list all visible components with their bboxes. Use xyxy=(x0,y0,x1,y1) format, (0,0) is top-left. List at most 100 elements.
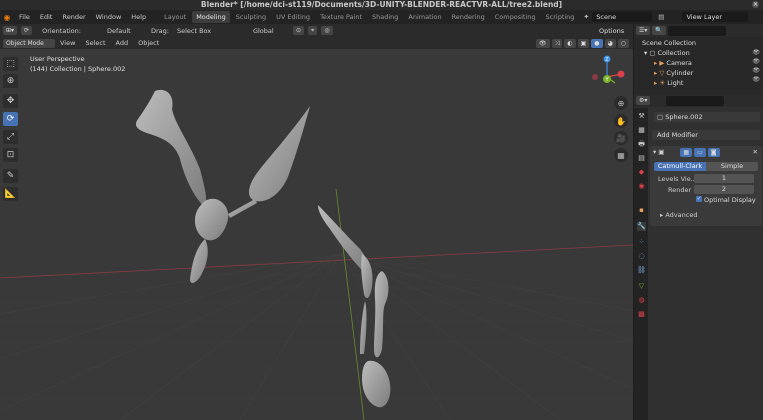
outliner-scene-collection[interactable]: Scene Collection xyxy=(634,38,763,48)
world-tab-icon[interactable]: ◉ xyxy=(637,182,646,191)
add-modifier-button[interactable]: Add Modifier xyxy=(652,130,760,140)
physics-tab-icon[interactable]: ◌ xyxy=(637,252,646,261)
tab-compositing[interactable]: Compositing xyxy=(491,11,540,23)
eye-icon[interactable]: 👁 xyxy=(752,76,760,83)
gizmo-icon[interactable]: ⤨ xyxy=(551,38,563,48)
overlay-icon[interactable]: ◐ xyxy=(564,38,576,48)
orientation-select[interactable]: Default xyxy=(102,25,143,36)
tab-animation[interactable]: Animation xyxy=(404,11,445,23)
outliner-item-camera[interactable]: ▸ ▶ Camera xyxy=(634,58,763,68)
perspective-grid-icon[interactable]: ▦ xyxy=(614,148,628,162)
render-tab-icon[interactable]: ▦ xyxy=(637,126,646,135)
view-layer-tab-icon[interactable]: ▤ xyxy=(637,154,646,163)
view-layer-selector[interactable]: View Layer xyxy=(682,12,749,22)
texture-tab-icon[interactable]: ▩ xyxy=(637,310,646,319)
xray-icon[interactable]: ▣ xyxy=(577,38,590,48)
zoom-icon[interactable]: ⊕ xyxy=(614,96,628,110)
tool-icon[interactable]: ⟳ xyxy=(21,26,33,35)
visibility-icon[interactable]: 👁 xyxy=(535,38,550,48)
navigation-gizmo[interactable]: Z Y xyxy=(584,53,630,89)
render-toggle-icon[interactable]: ◙ xyxy=(707,147,720,157)
camera-view-icon[interactable]: 🎥 xyxy=(614,131,628,145)
material-tab-icon[interactable]: ◍ xyxy=(637,296,646,305)
drag-select[interactable]: Select Box xyxy=(172,25,221,36)
close-icon[interactable]: × xyxy=(752,1,759,8)
scene-tab-icon[interactable]: ◆ xyxy=(637,168,646,177)
outliner-type-icon[interactable]: ☰▾ xyxy=(636,26,651,35)
mode-select[interactable]: Object Mode xyxy=(3,38,55,48)
data-tab-icon[interactable]: ▽ xyxy=(637,282,646,291)
orientation-label: Orientation: xyxy=(42,26,81,35)
catmull-clark-button[interactable]: Catmull-Clark xyxy=(654,162,706,171)
rotate-tool-icon[interactable]: ⟳ xyxy=(3,112,18,126)
solid-shading-icon[interactable]: ● xyxy=(591,38,603,48)
scene-selector[interactable]: Scene xyxy=(592,12,653,22)
render-levels-field[interactable]: 2 xyxy=(694,185,754,194)
tab-texture-paint[interactable]: Texture Paint xyxy=(316,11,366,23)
blender-logo-icon[interactable]: ◉ xyxy=(0,13,14,22)
object-name-field[interactable]: ▢ Sphere.002 xyxy=(654,112,760,122)
rendered-shading-icon[interactable]: ○ xyxy=(617,38,629,48)
outliner-item-cylinder[interactable]: ▸ ▽ Cylinder xyxy=(634,68,763,78)
simple-button[interactable]: Simple xyxy=(706,162,758,171)
menu-help[interactable]: Help xyxy=(126,10,151,24)
measure-tool-icon[interactable]: 📐 xyxy=(3,187,18,201)
output-tab-icon[interactable]: 🖶 xyxy=(637,140,646,149)
pan-hand-icon[interactable]: ✋ xyxy=(614,114,628,128)
editor-type-icon[interactable]: ⊞▾ xyxy=(3,26,18,35)
tool-tab-icon[interactable]: ⚒ xyxy=(637,112,646,121)
advanced-expander[interactable]: ▸ Advanced xyxy=(660,211,697,219)
tab-layout[interactable]: Layout xyxy=(160,11,190,23)
menu-select[interactable]: Select xyxy=(80,36,110,50)
constraints-tab-icon[interactable]: ⛓ xyxy=(637,266,646,275)
outliner-search-input[interactable] xyxy=(667,25,726,36)
outliner-item-light[interactable]: ▸ ☀ Light xyxy=(634,78,763,88)
material-shading-icon[interactable]: ◕ xyxy=(604,38,616,48)
object-tab-icon[interactable]: ▪ xyxy=(637,206,646,215)
eye-icon[interactable]: 👁 xyxy=(752,58,760,65)
tab-shading[interactable]: Shading xyxy=(368,11,402,23)
tab-sculpting[interactable]: Sculpting xyxy=(232,11,270,23)
collapse-icon[interactable]: ▾ xyxy=(653,148,656,156)
menu-edit[interactable]: Edit xyxy=(35,10,58,24)
transform-orientation-select[interactable]: Global xyxy=(248,25,289,36)
3d-viewport[interactable]: User Perspective (144) Collection | Sphe… xyxy=(0,49,633,420)
annotate-tool-icon[interactable]: ✎ xyxy=(3,169,18,183)
tab-modeling[interactable]: Modeling xyxy=(192,11,230,23)
options-dropdown[interactable]: Options xyxy=(595,25,629,36)
eye-icon[interactable]: 👁 xyxy=(752,49,760,56)
particles-tab-icon[interactable]: ⁘ xyxy=(637,238,646,247)
properties-search-input[interactable] xyxy=(666,95,725,106)
select-tool-icon[interactable]: ⬚ xyxy=(3,57,18,71)
pivot-icon[interactable]: ⊙ xyxy=(292,26,304,35)
subsurf-modifier-panel: ▾ ▣ ▦ ▭ ◙ ✕ Catmull-Clark Simple Levels … xyxy=(650,146,762,226)
tab-rendering[interactable]: Rendering xyxy=(448,11,489,23)
menu-render[interactable]: Render xyxy=(57,10,90,24)
menu-add[interactable]: Add xyxy=(111,36,134,50)
properties-type-icon[interactable]: ⚙▾ xyxy=(636,96,651,105)
menu-window[interactable]: Window xyxy=(91,10,127,24)
tab-scripting[interactable]: Scripting xyxy=(542,11,579,23)
transform-tool-icon[interactable]: ⊡ xyxy=(3,148,18,162)
levels-viewport-field[interactable]: 1 xyxy=(694,174,754,183)
move-tool-icon[interactable]: ✥ xyxy=(3,94,18,108)
eye-icon[interactable]: 👁 xyxy=(752,67,760,74)
y-axis-line xyxy=(335,188,365,420)
tab-uv-editing[interactable]: UV Editing xyxy=(272,11,314,23)
remove-modifier-icon[interactable]: ✕ xyxy=(753,148,758,156)
menu-file[interactable]: File xyxy=(14,10,35,24)
outliner-collection[interactable]: ▾ ▢ Collection xyxy=(634,48,763,58)
menu-object[interactable]: Object xyxy=(133,36,164,50)
proportional-edit-icon[interactable]: ◎ xyxy=(321,26,333,35)
outliner-filter-icon[interactable]: 🔍 xyxy=(652,26,666,35)
drag-label: Drag: xyxy=(150,26,169,35)
edit-mode-toggle-icon[interactable]: ▦ xyxy=(680,147,693,157)
viewport-toggle-icon[interactable]: ▭ xyxy=(694,147,706,157)
snap-icon[interactable]: ⌖ xyxy=(307,26,318,35)
tree-mesh[interactable] xyxy=(135,89,391,408)
optimal-display-checkbox[interactable]: ✓ xyxy=(696,196,702,202)
menu-view[interactable]: View xyxy=(55,36,80,50)
scale-tool-icon[interactable]: ⤢ xyxy=(3,130,18,144)
modifier-tab-icon[interactable]: 🔧 xyxy=(637,222,646,231)
cursor-tool-icon[interactable]: ⊕ xyxy=(3,74,18,88)
